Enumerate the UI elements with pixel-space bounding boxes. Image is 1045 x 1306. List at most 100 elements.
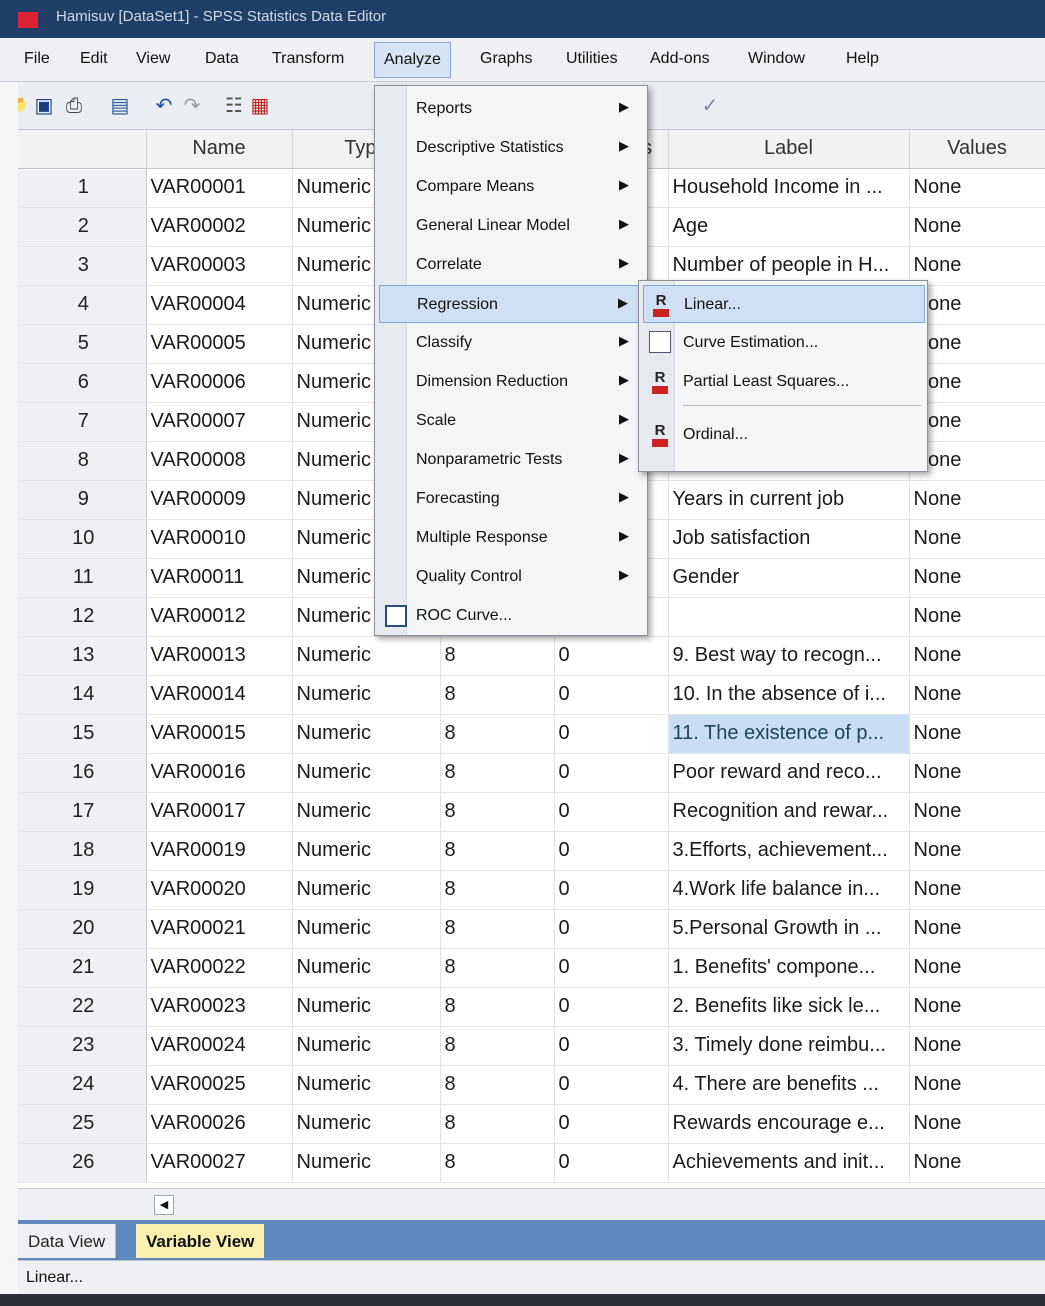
row-number[interactable]: 6 [18, 363, 147, 403]
row-number[interactable]: 13 [18, 636, 147, 676]
name-cell[interactable]: VAR00026 [146, 1104, 293, 1144]
menu-graphs[interactable]: Graphs [480, 50, 532, 68]
values-cell[interactable]: None [909, 207, 1045, 247]
submenu-item-partial-least-squares[interactable]: R Partial Least Squares... [643, 363, 925, 401]
menu-item-general-linear-model[interactable]: General Linear Model ▶ [379, 207, 643, 245]
row-number[interactable]: 23 [18, 1026, 147, 1066]
menu-utilities[interactable]: Utilities [566, 50, 618, 68]
label-cell[interactable]: 1. Benefits' compone... [668, 948, 910, 988]
row-number[interactable]: 5 [18, 324, 147, 364]
name-cell[interactable]: VAR00012 [146, 597, 293, 637]
values-cell[interactable]: None [909, 870, 1045, 910]
decimals-cell[interactable]: 0 [554, 1104, 669, 1144]
table-row[interactable]: 23 VAR00024 Numeric 8 0 3. Timely done reimbu… [18, 1026, 1045, 1066]
values-cell[interactable]: None [909, 324, 1045, 364]
table-row[interactable]: 26 VAR00027 Numeric 8 0 Achievements and init… [18, 1143, 1045, 1183]
submenu-item-ordinal[interactable]: R Ordinal... [643, 416, 925, 454]
name-cell[interactable]: VAR00001 [146, 168, 293, 208]
label-cell[interactable]: 3.Efforts, achievement... [668, 831, 910, 871]
type-cell[interactable]: Numeric [292, 675, 441, 715]
scroll-left-icon[interactable]: ◀ [154, 1195, 174, 1215]
tab-data-view[interactable]: Data View [18, 1224, 117, 1258]
decimals-cell[interactable]: 0 [554, 831, 669, 871]
values-cell[interactable]: None [909, 1143, 1045, 1183]
redo-icon[interactable]: ↷ [180, 94, 204, 118]
name-cell[interactable]: VAR00021 [146, 909, 293, 949]
name-cell[interactable]: VAR00014 [146, 675, 293, 715]
menu-view[interactable]: View [136, 50, 170, 68]
name-cell[interactable]: VAR00016 [146, 753, 293, 793]
menu-item-correlate[interactable]: Correlate ▶ [379, 246, 643, 284]
label-cell[interactable]: Poor reward and reco... [668, 753, 910, 793]
menu-item-descriptive-statistics[interactable]: Descriptive Statistics ▶ [379, 129, 643, 167]
print-icon[interactable]: ⎙ [62, 94, 86, 118]
decimals-cell[interactable]: 0 [554, 636, 669, 676]
name-cell[interactable]: VAR00017 [146, 792, 293, 832]
name-cell[interactable]: VAR00025 [146, 1065, 293, 1105]
table-row[interactable]: 19 VAR00020 Numeric 8 0 4.Work life balance i… [18, 870, 1045, 910]
width-cell[interactable]: 8 [440, 909, 555, 949]
decimals-cell[interactable]: 0 [554, 792, 669, 832]
label-cell[interactable]: Household Income in ... [668, 168, 910, 208]
menu-item-scale[interactable]: Scale ▶ [379, 402, 643, 440]
name-cell[interactable]: VAR00006 [146, 363, 293, 403]
type-cell[interactable]: Numeric [292, 948, 441, 988]
type-cell[interactable]: Numeric [292, 909, 441, 949]
table-row[interactable]: 21 VAR00022 Numeric 8 0 1. Benefits' compone.… [18, 948, 1045, 988]
type-cell[interactable]: Numeric [292, 636, 441, 676]
table-row[interactable]: 18 VAR00019 Numeric 8 0 3.Efforts, achievemen… [18, 831, 1045, 871]
name-cell[interactable]: VAR00027 [146, 1143, 293, 1183]
name-cell[interactable]: VAR00024 [146, 1026, 293, 1066]
values-cell[interactable]: None [909, 441, 1045, 481]
decimals-cell[interactable]: 0 [554, 1026, 669, 1066]
label-cell[interactable]: 10. In the absence of i... [668, 675, 910, 715]
row-number[interactable]: 9 [18, 480, 147, 520]
name-cell[interactable]: VAR00020 [146, 870, 293, 910]
row-number[interactable]: 22 [18, 987, 147, 1027]
values-cell[interactable]: None [909, 1104, 1045, 1144]
menu-transform[interactable]: Transform [272, 50, 344, 68]
name-cell[interactable]: VAR00005 [146, 324, 293, 364]
label-cell[interactable]: Age [668, 207, 910, 247]
label-cell[interactable]: Recognition and rewar... [668, 792, 910, 832]
width-cell[interactable]: 8 [440, 1104, 555, 1144]
goto-case-icon[interactable]: ☷ [222, 94, 246, 118]
row-number[interactable]: 17 [18, 792, 147, 832]
name-cell[interactable]: VAR00013 [146, 636, 293, 676]
table-row[interactable]: 16 VAR00016 Numeric 8 0 Poor reward and reco.… [18, 753, 1045, 793]
name-cell[interactable]: VAR00002 [146, 207, 293, 247]
label-cell[interactable]: 4.Work life balance in... [668, 870, 910, 910]
menu-help[interactable]: Help [846, 50, 879, 68]
values-cell[interactable]: None [909, 675, 1045, 715]
table-row[interactable]: 15 VAR00015 Numeric 8 0 11. The existence of … [18, 714, 1045, 754]
values-cell[interactable]: None [909, 402, 1045, 442]
menu-edit[interactable]: Edit [80, 50, 108, 68]
menu-file[interactable]: File [24, 50, 50, 68]
values-cell[interactable]: None [909, 246, 1045, 286]
row-number[interactable]: 15 [18, 714, 147, 754]
width-cell[interactable]: 8 [440, 792, 555, 832]
width-cell[interactable]: 8 [440, 831, 555, 871]
values-cell[interactable]: None [909, 753, 1045, 793]
width-cell[interactable]: 8 [440, 753, 555, 793]
width-cell[interactable]: 8 [440, 1143, 555, 1183]
label-cell[interactable]: 5.Personal Growth in ... [668, 909, 910, 949]
name-cell[interactable]: VAR00009 [146, 480, 293, 520]
name-cell[interactable]: VAR00022 [146, 948, 293, 988]
name-cell[interactable]: VAR00023 [146, 987, 293, 1027]
row-number[interactable]: 7 [18, 402, 147, 442]
row-number[interactable]: 19 [18, 870, 147, 910]
values-cell[interactable]: None [909, 948, 1045, 988]
row-number[interactable]: 16 [18, 753, 147, 793]
name-cell[interactable]: VAR00003 [146, 246, 293, 286]
menu-analyze[interactable]: Analyze [374, 42, 451, 78]
menu-item-quality-control[interactable]: Quality Control ▶ [379, 558, 643, 596]
width-cell[interactable]: 8 [440, 987, 555, 1027]
decimals-cell[interactable]: 0 [554, 987, 669, 1027]
type-cell[interactable]: Numeric [292, 1143, 441, 1183]
values-cell[interactable]: None [909, 519, 1045, 559]
label-cell[interactable]: Achievements and init... [668, 1143, 910, 1183]
label-cell[interactable]: Rewards encourage e... [668, 1104, 910, 1144]
row-number[interactable]: 18 [18, 831, 147, 871]
menu-add-ons[interactable]: Add-ons [650, 50, 710, 68]
